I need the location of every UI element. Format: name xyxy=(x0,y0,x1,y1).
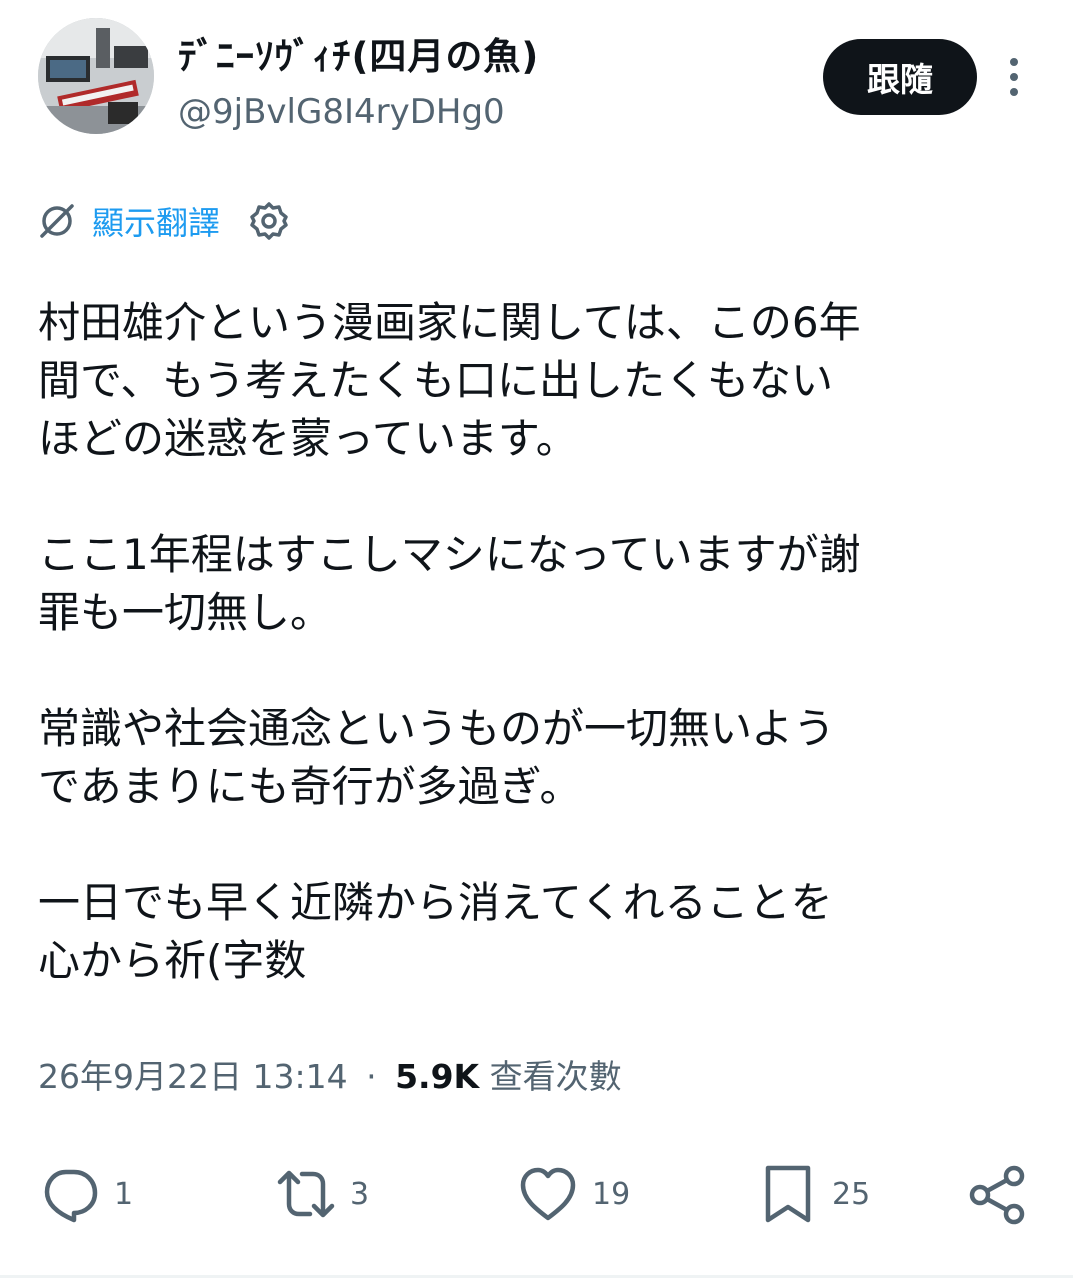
tweet-text: 村田雄介という漫画家に関しては、この6年 間で、もう考えたくも口に出したくもない… xyxy=(38,294,1038,990)
reply-button[interactable]: 1 xyxy=(38,1158,133,1230)
retweet-button[interactable]: 3 xyxy=(274,1158,369,1230)
user-handle[interactable]: @9jBvlG8I4ryDHg0 xyxy=(178,92,505,132)
heart-icon xyxy=(520,1167,576,1221)
tweet-timestamp[interactable]: 26年9月22日 13:14 xyxy=(38,1057,348,1096)
tweet-paragraph: ここ1年程はすこしマシになっていますが謝 罪も一切無し。 xyxy=(38,530,861,637)
tweet-paragraph: 一日でも早く近隣から消えてくれることを 心から祈(字数 xyxy=(38,878,833,985)
views-label: 查看次數 xyxy=(489,1057,622,1096)
avatar-photo xyxy=(38,18,154,134)
translate-row: 顯示翻譯 xyxy=(36,196,290,246)
tweet-paragraph: 村田雄介という漫画家に関しては、この6年 間で、もう考えたくも口に出したくもない… xyxy=(38,298,861,463)
share-button[interactable] xyxy=(966,1158,1030,1230)
more-options-icon[interactable] xyxy=(1000,54,1028,100)
follow-button[interactable]: 跟隨 xyxy=(823,39,977,115)
tweet-meta: 26年9月22日 13:14 · 5.9K 查看次數 xyxy=(38,1050,622,1098)
retweet-count: 3 xyxy=(350,1176,370,1212)
meta-separator: · xyxy=(366,1057,377,1096)
tweet-paragraph: 常識や社会通念というものが一切無いよう であまりにも奇行が多過ぎ。 xyxy=(38,704,836,811)
avatar[interactable] xyxy=(38,18,154,134)
gear-icon[interactable] xyxy=(248,200,290,242)
views-count: 5.9K xyxy=(395,1057,480,1096)
reply-icon xyxy=(44,1169,98,1223)
bookmark-button[interactable]: 25 xyxy=(756,1158,870,1230)
bookmark-count: 25 xyxy=(832,1176,871,1212)
reply-count: 1 xyxy=(114,1176,134,1212)
tweet-actions: 1 3 19 25 xyxy=(38,1158,1033,1230)
follow-button-label: 跟隨 xyxy=(867,60,933,99)
like-button[interactable]: 19 xyxy=(516,1158,630,1230)
show-translation-link[interactable]: 顯示翻譯 xyxy=(92,198,220,244)
divider xyxy=(0,1275,1073,1278)
bookmark-icon xyxy=(765,1165,811,1223)
retweet-icon xyxy=(277,1170,335,1218)
share-icon xyxy=(969,1165,1025,1225)
display-name[interactable]: ﾃﾞﾆｰｿｳﾞｨﾁ(四月の魚) xyxy=(178,26,539,80)
translate-icon[interactable] xyxy=(36,200,78,242)
like-count: 19 xyxy=(592,1176,631,1212)
